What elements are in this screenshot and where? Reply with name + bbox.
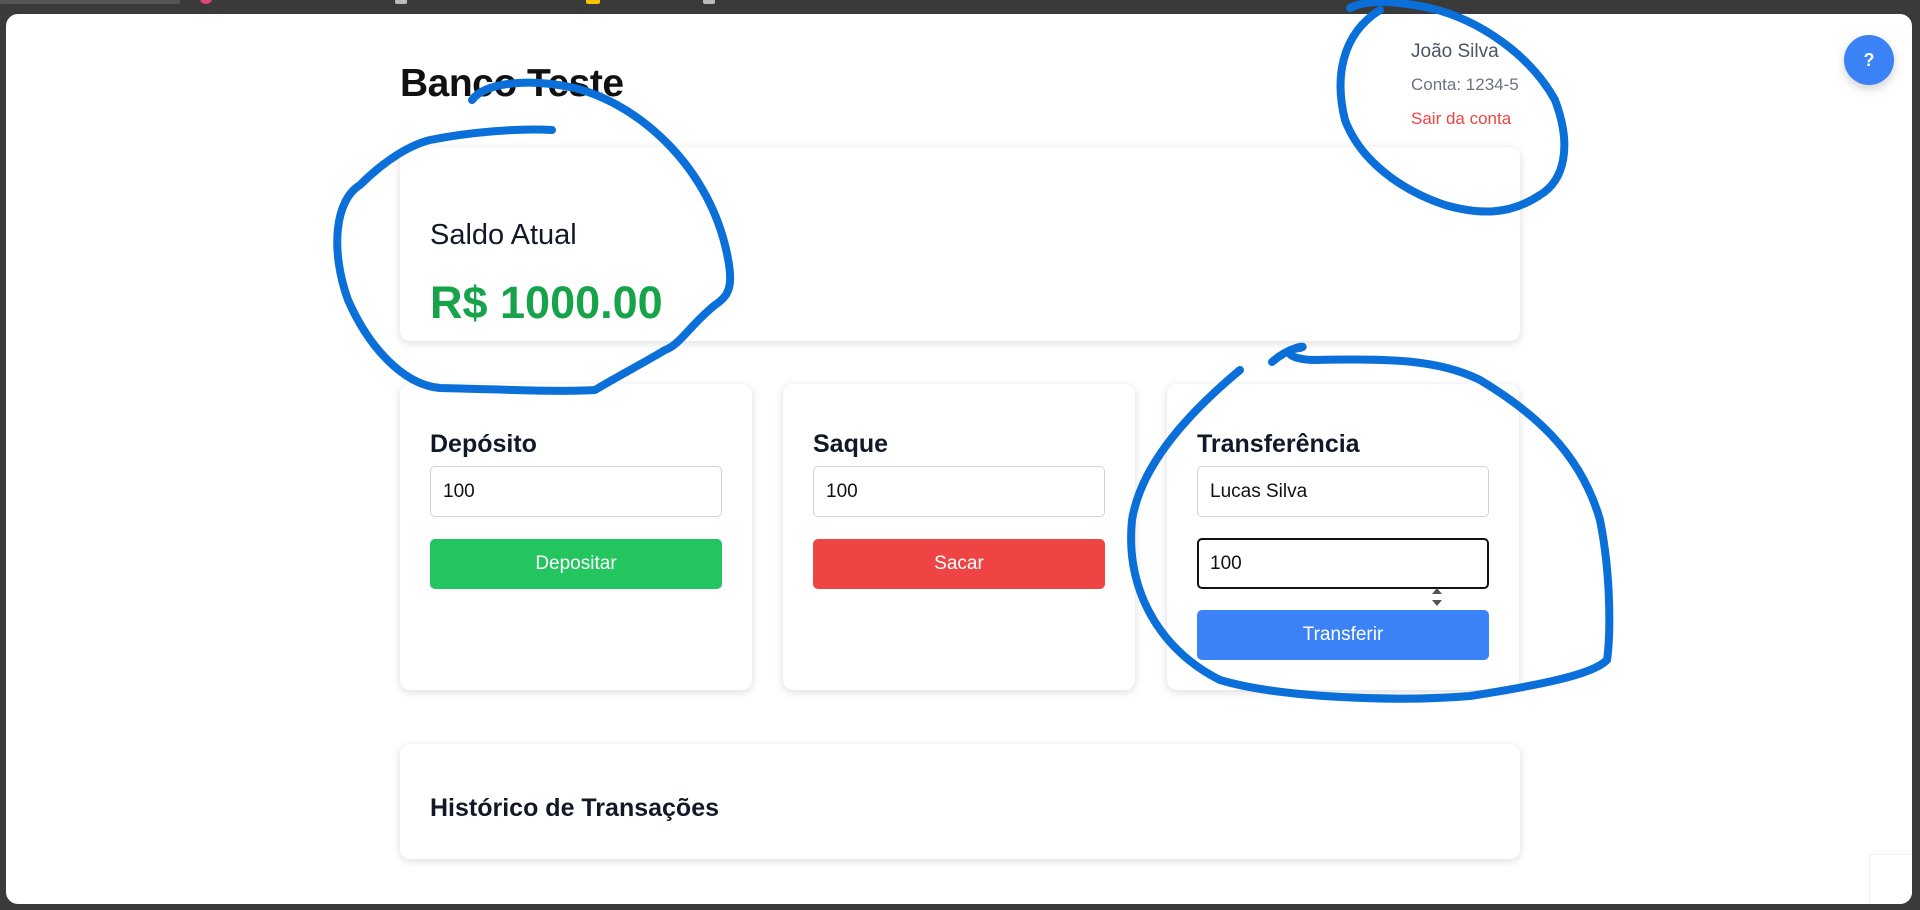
bookmark-fragment bbox=[0, 0, 180, 4]
withdraw-title: Saque bbox=[813, 430, 889, 458]
balance-value: R$ 1000.00 bbox=[430, 277, 663, 328]
logout-link[interactable]: Sair da conta bbox=[1411, 108, 1519, 130]
user-info: João Silva Conta: 1234-5 Sair da conta bbox=[1411, 40, 1519, 130]
bookmark-icon bbox=[703, 0, 715, 4]
bank-page: Banco Teste João Silva Conta: 1234-5 Sai… bbox=[6, 14, 1912, 904]
transfer-button[interactable]: Transferir bbox=[1197, 610, 1489, 660]
transaction-history-card: Histórico de Transações bbox=[400, 744, 1520, 859]
balance-card: Saldo Atual R$ 1000.00 bbox=[400, 147, 1520, 341]
browser-bookmark-bar bbox=[0, 0, 1920, 14]
transfer-card: Transferência Transferir bbox=[1167, 384, 1519, 690]
deposit-title: Depósito bbox=[430, 430, 537, 458]
balance-label: Saldo Atual bbox=[430, 219, 577, 251]
withdraw-card: Saque Sacar bbox=[783, 384, 1135, 690]
account-number: Conta: 1234-5 bbox=[1411, 75, 1519, 94]
transfer-amount-input[interactable] bbox=[1197, 538, 1489, 589]
corner-widget bbox=[1869, 854, 1912, 904]
page-title: Banco Teste bbox=[400, 62, 624, 105]
deposit-amount-input[interactable] bbox=[430, 466, 722, 517]
deposit-card: Depósito Depositar bbox=[400, 384, 752, 690]
withdraw-button[interactable]: Sacar bbox=[813, 539, 1105, 589]
transfer-title: Transferência bbox=[1197, 430, 1360, 458]
number-spinner-icon[interactable] bbox=[1429, 583, 1445, 611]
star-icon bbox=[586, 0, 600, 4]
transfer-recipient-input[interactable] bbox=[1197, 466, 1489, 517]
help-button[interactable]: ? bbox=[1844, 35, 1894, 85]
user-name: João Silva bbox=[1411, 41, 1499, 62]
deposit-button[interactable]: Depositar bbox=[430, 539, 722, 589]
withdraw-amount-input[interactable] bbox=[813, 466, 1105, 517]
bookmark-icon bbox=[395, 0, 407, 4]
history-title: Histórico de Transações bbox=[430, 794, 720, 822]
bookmark-icon bbox=[200, 0, 212, 4]
